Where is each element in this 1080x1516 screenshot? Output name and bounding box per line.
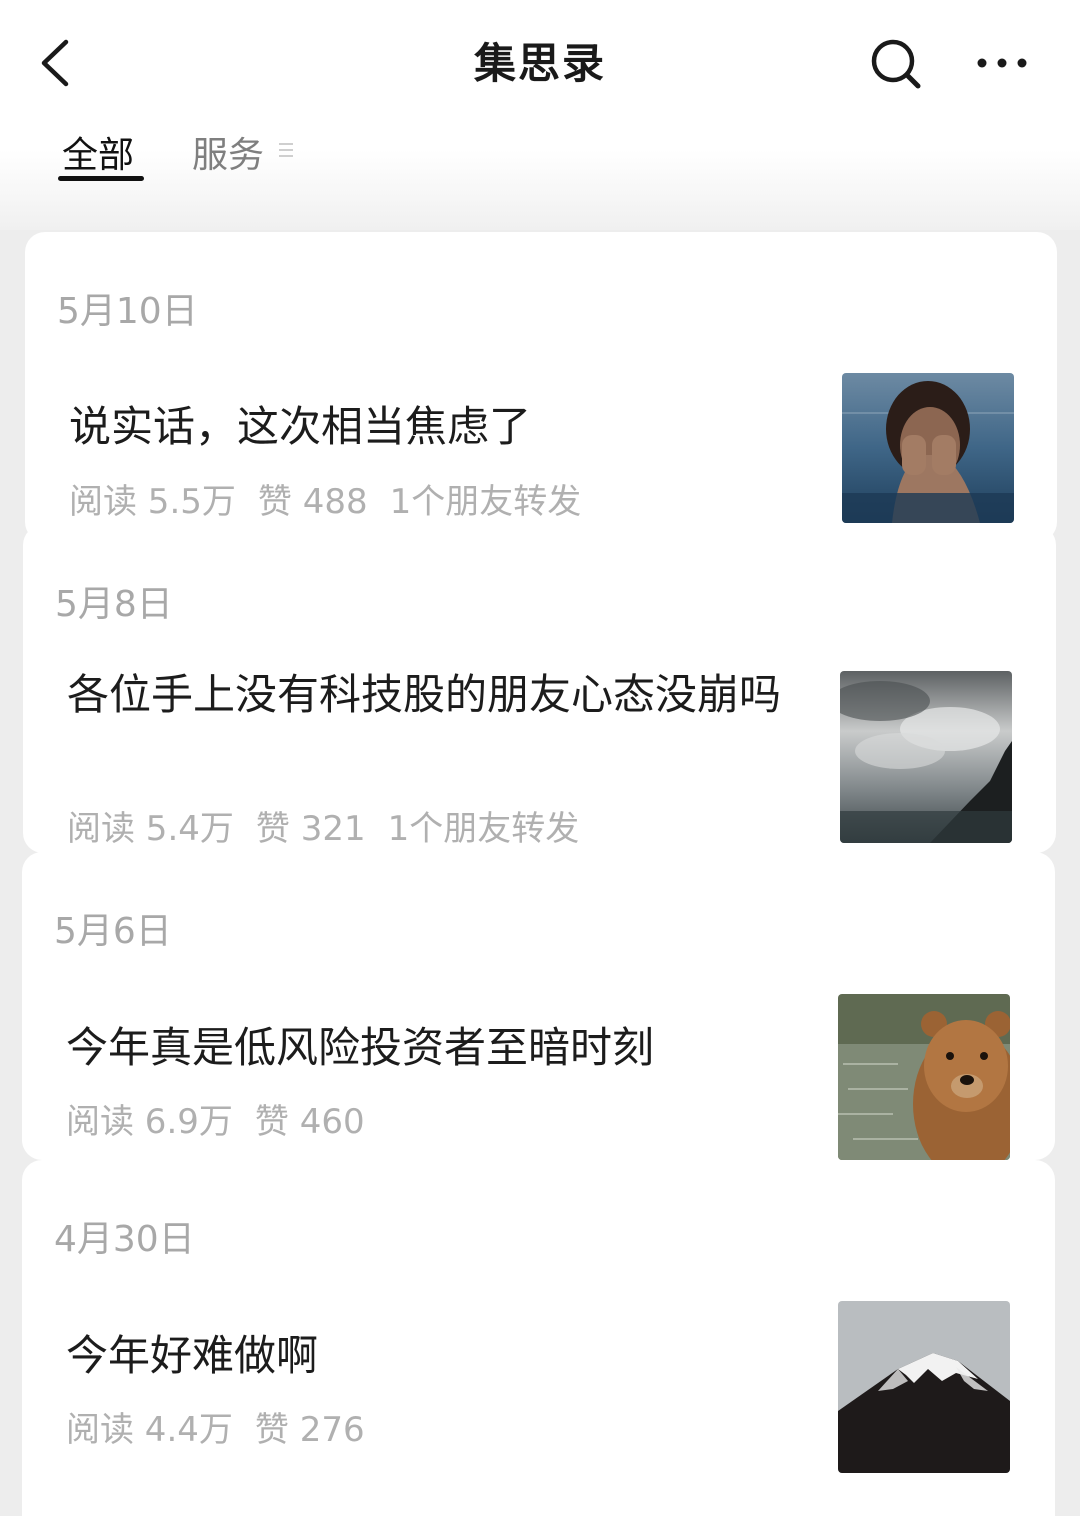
article-title[interactable]: 今年好难做啊 — [66, 1326, 806, 1386]
article-title[interactable]: 今年真是低风险投资者至暗时刻 — [66, 1018, 806, 1078]
read-count: 阅读 4.4万 — [66, 1410, 233, 1450]
article-date: 4月30日 — [54, 1219, 195, 1260]
article-card[interactable]: 5月6日 今年真是低风险投资者至暗时刻 阅读 6.9万赞 460 — [22, 852, 1055, 1160]
article-stats: 阅读 5.5万赞 488 1个朋友转发 — [69, 474, 603, 523]
article-thumbnail[interactable] — [840, 671, 1012, 843]
tab-service[interactable]: 服务 — [192, 126, 264, 178]
like-count: 赞 460 — [254, 1102, 365, 1142]
article-stats: 阅读 5.4万赞 321 1个朋友转发 — [67, 801, 601, 850]
top-bar: 集思录 全部 服务 — [0, 0, 1080, 230]
share-count: 1个朋友转发 — [389, 482, 582, 522]
read-count: 阅读 5.4万 — [67, 809, 234, 849]
article-date: 5月8日 — [55, 584, 173, 625]
article-thumbnail[interactable] — [838, 994, 1010, 1160]
share-count: 1个朋友转发 — [387, 809, 580, 849]
like-count: 赞 321 — [255, 809, 366, 849]
article-date: 5月10日 — [57, 291, 198, 332]
read-count: 阅读 6.9万 — [66, 1102, 233, 1142]
tab-all[interactable]: 全部 — [62, 126, 134, 178]
article-card[interactable]: 5月10日 说实话，这次相当焦虑了 阅读 5.5万赞 488 1个朋友转发 — [25, 232, 1057, 542]
search-icon[interactable] — [866, 36, 926, 90]
like-count: 赞 488 — [257, 482, 368, 522]
article-date: 5月6日 — [54, 911, 172, 952]
article-title[interactable]: 各位手上没有科技股的朋友心态没崩吗 — [67, 665, 807, 725]
like-count: 赞 276 — [254, 1410, 365, 1450]
active-tab-indicator — [58, 176, 144, 181]
read-count: 阅读 5.5万 — [69, 482, 236, 522]
menu-lines-icon[interactable] — [278, 141, 294, 159]
article-thumbnail[interactable] — [838, 1301, 1010, 1473]
article-stats: 阅读 4.4万赞 276 — [66, 1402, 387, 1451]
article-thumbnail[interactable] — [842, 373, 1014, 523]
article-card[interactable]: 4月30日 今年好难做啊 阅读 4.4万赞 276 — [22, 1160, 1055, 1516]
more-options-icon[interactable] — [972, 48, 1032, 78]
article-card[interactable]: 5月8日 各位手上没有科技股的朋友心态没崩吗 阅读 5.4万赞 321 1个朋友转… — [23, 525, 1056, 853]
article-stats: 阅读 6.9万赞 460 — [66, 1094, 387, 1143]
article-title[interactable]: 说实话，这次相当焦虑了 — [69, 397, 809, 457]
